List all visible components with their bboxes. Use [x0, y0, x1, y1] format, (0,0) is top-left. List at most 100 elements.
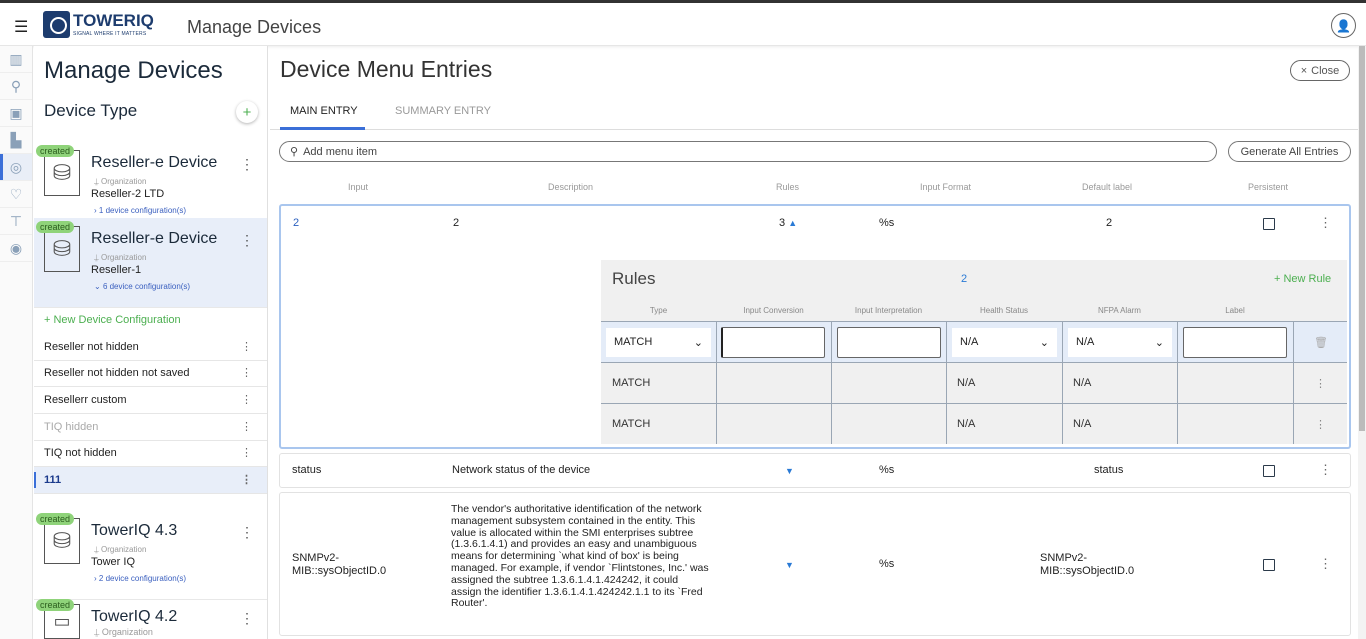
kebab-menu-icon[interactable]: ⋮	[240, 156, 254, 173]
config-item[interactable]: Reseller not hidden ⋮	[34, 334, 267, 361]
kebab-menu-icon[interactable]: ⋮	[241, 473, 252, 486]
scrollbar-thumb[interactable]	[1359, 46, 1365, 431]
nav-router-icon[interactable]: ⊤	[0, 208, 32, 235]
configs-count: 2 device configuration(s)	[98, 574, 187, 583]
kebab-menu-icon[interactable]: ⋮	[240, 524, 254, 541]
close-icon: ×	[1300, 64, 1308, 77]
generate-all-entries-button[interactable]: Generate All Entries	[1228, 141, 1351, 162]
org-label: ⍊ Organization	[94, 253, 147, 262]
entry-row[interactable]: SNMPv2-MIB::sysObjectID.0 The vendor's a…	[279, 492, 1351, 636]
close-button[interactable]: × Close	[1290, 60, 1350, 81]
kebab-menu-icon[interactable]: ⋮	[241, 420, 252, 433]
entry-description: Network status of the device	[452, 464, 591, 476]
device-sidebar: Manage Devices Device Type + ⛁ created R…	[34, 46, 268, 639]
rule-nfpa: N/A	[1073, 377, 1092, 389]
divider	[716, 404, 717, 444]
caret-down-icon[interactable]: ▼	[785, 560, 794, 570]
add-device-type-button[interactable]: +	[236, 101, 258, 123]
caret-up-icon: ▲	[788, 218, 798, 228]
rule-health: N/A	[957, 418, 976, 430]
kebab-menu-icon[interactable]: ⋮	[241, 446, 252, 459]
device-card[interactable]: ▭ created TowerIQ 4.2 ⋮ ⍊ Organization	[34, 596, 267, 639]
nav-devices-icon[interactable]: ◎	[0, 154, 32, 181]
kebab-menu-icon[interactable]: ⋮	[241, 340, 252, 353]
divider	[1177, 322, 1178, 362]
config-item[interactable]: Reseller not hidden not saved ⋮	[34, 360, 267, 387]
rule-edit-row: MATCH ⌄ N/A ⌄ N/A ⌄ 🗑	[601, 321, 1347, 362]
persistent-checkbox[interactable]	[1263, 465, 1275, 477]
kebab-menu-icon[interactable]: ⋮	[1315, 377, 1326, 390]
org-label: ⍊ Organization	[94, 627, 153, 637]
kebab-menu-icon[interactable]: ⋮	[240, 232, 254, 249]
nav-chart-icon[interactable]: ▙	[0, 127, 32, 154]
nav-chip-icon[interactable]: ▣	[0, 100, 32, 127]
config-item-selected[interactable]: 111 ⋮	[34, 467, 267, 494]
rule-type-select[interactable]: MATCH ⌄	[606, 328, 711, 357]
entry-default-label: 2	[1106, 217, 1113, 229]
scrollbar[interactable]	[1358, 46, 1366, 639]
rule-row[interactable]: MATCH N/A N/A ⋮	[601, 362, 1347, 403]
new-rule-button[interactable]: + New Rule	[1274, 273, 1331, 285]
persistent-checkbox[interactable]	[1263, 218, 1275, 230]
entry-row-expanded[interactable]: 2 2 3 ▲ %s 2 ⋮ Rules 2 + New Rule Type I…	[279, 204, 1351, 449]
rules-col-health-status: Health Status	[979, 306, 1029, 315]
input-interpretation-field[interactable]	[837, 327, 941, 358]
divider	[946, 322, 947, 362]
kebab-menu-icon[interactable]: ⋮	[1319, 556, 1332, 572]
logo-tagline: SIGNAL WHERE IT MATTERS	[73, 31, 147, 37]
device-card[interactable]: ⛁ created TowerIQ 4.3 ⋮ ⍊ Organization T…	[34, 510, 267, 600]
input-conversion-field[interactable]	[721, 327, 825, 358]
nfpa-alarm-select[interactable]: N/A ⌄	[1068, 328, 1172, 357]
config-item[interactable]: Resellerr custom ⋮	[34, 387, 267, 414]
configs-count: 1 device configuration(s)	[98, 206, 187, 215]
nav-search-tools-icon[interactable]: ⚲	[0, 73, 32, 100]
configs-toggle[interactable]: › 1 device configuration(s)	[94, 206, 186, 215]
col-header-description: Description	[548, 182, 594, 192]
nav-rail: ▥ ⚲ ▣ ▙ ◎ ♡ ⊤ ◉	[0, 46, 33, 639]
search-icon: ⚲	[290, 146, 299, 158]
nav-signal-icon[interactable]: ◉	[0, 235, 32, 262]
rules-panel: Rules 2 + New Rule Type Input Conversion…	[601, 260, 1347, 444]
configs-toggle[interactable]: › 2 device configuration(s)	[94, 574, 186, 583]
kebab-menu-icon[interactable]: ⋮	[241, 366, 252, 379]
user-avatar-icon[interactable]: 👤	[1331, 13, 1356, 38]
kebab-menu-icon[interactable]: ⋮	[1315, 418, 1326, 431]
entry-row[interactable]: status Network status of the device ▼ %s…	[279, 453, 1351, 488]
nav-handshake-icon[interactable]: ♡	[0, 181, 32, 208]
nav-buildings-icon[interactable]: ▥	[0, 46, 32, 73]
kebab-menu-icon[interactable]: ⋮	[240, 610, 254, 627]
divider	[1293, 404, 1294, 444]
caret-down-icon[interactable]: ▼	[785, 466, 794, 476]
chevron-right-icon: ›	[94, 206, 97, 215]
rules-title: Rules	[612, 269, 656, 288]
configs-toggle[interactable]: ⌄ 6 device configuration(s)	[94, 282, 190, 291]
config-item[interactable]: TIQ not hidden ⋮	[34, 440, 267, 467]
tab-summary-entry[interactable]: SUMMARY ENTRY	[395, 105, 491, 117]
org-name: Reseller-2 LTD	[91, 188, 165, 200]
device-name: TowerIQ 4.3	[91, 522, 178, 539]
search-placeholder: Add menu item	[303, 145, 378, 158]
label-field[interactable]	[1183, 327, 1287, 358]
health-status-select[interactable]: N/A ⌄	[952, 328, 1057, 357]
kebab-menu-icon[interactable]: ⋮	[241, 393, 252, 406]
logo[interactable]: TOWERIQ SIGNAL WHERE IT MATTERS	[43, 11, 154, 38]
kebab-menu-icon[interactable]: ⋮	[1319, 215, 1332, 231]
rule-type: MATCH	[612, 377, 651, 389]
rule-row[interactable]: MATCH N/A N/A ⋮	[601, 403, 1347, 444]
entry-default-label: SNMPv2-MIB::sysObjectID.0	[1040, 552, 1135, 577]
divider	[831, 404, 832, 444]
trash-icon[interactable]: 🗑	[1314, 336, 1328, 349]
add-menu-item-input[interactable]: ⚲ Add menu item	[279, 141, 1217, 162]
tab-main-entry[interactable]: MAIN ENTRY	[290, 105, 358, 117]
device-card-selected[interactable]: ⛁ created Reseller-e Device ⋮ ⍊ Organiza…	[34, 218, 267, 308]
org-name: Reseller-1	[91, 264, 142, 276]
status-badge: created	[36, 599, 75, 611]
kebab-menu-icon[interactable]: ⋮	[1319, 462, 1332, 478]
entry-rules-toggle[interactable]: 3 ▲	[779, 217, 797, 229]
new-device-configuration-link[interactable]: + New Device Configuration	[44, 314, 181, 326]
config-item-hidden[interactable]: TIQ hidden ⋮	[34, 414, 267, 441]
app-title: Manage Devices	[187, 17, 322, 37]
persistent-checkbox[interactable]	[1263, 559, 1275, 571]
hamburger-menu-icon[interactable]: ☰	[14, 17, 28, 37]
config-label: 111	[44, 474, 62, 486]
